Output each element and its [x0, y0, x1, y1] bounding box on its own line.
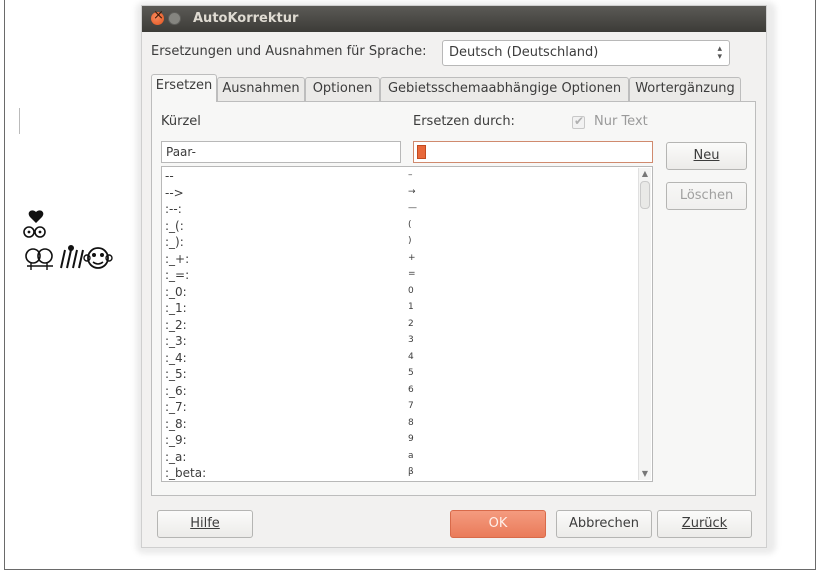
list-item[interactable]: :_(: (: [162, 219, 637, 235]
title-bar: AutoKorrektur: [142, 6, 766, 32]
list-item[interactable]: :_3: 3: [162, 334, 637, 350]
entry-short: :_2:: [165, 317, 187, 332]
list-item[interactable]: :_1: 1: [162, 301, 637, 317]
entry-short: :_0:: [165, 284, 187, 299]
list-item[interactable]: :--: —: [162, 202, 637, 218]
entry-short: :_6:: [165, 383, 187, 398]
list-item[interactable]: :_=: =: [162, 268, 637, 284]
entry-short: :_):: [165, 235, 184, 249]
tab-ausnahmen[interactable]: Ausnahmen: [217, 77, 305, 101]
replacement-table[interactable]: :_beta: β:_a: a:_9: 9:_8: 8:_7: 7:_6: 6:_5: 5:_…: [161, 166, 653, 482]
replace-panel: Kürzel Ersetzen durch: ✔ Nur Text Paar- …: [151, 101, 756, 496]
help-button[interactable]: Hilfe: [157, 510, 253, 538]
replace-label: Ersetzen durch:: [413, 114, 515, 129]
ok-button[interactable]: OK: [450, 510, 546, 538]
entry-short: :_beta:: [165, 466, 207, 480]
entry-replacement: —: [408, 203, 417, 213]
list-item[interactable]: :_beta: β: [162, 466, 637, 481]
emoji-pictures: [23, 210, 123, 280]
minimize-icon[interactable]: [168, 12, 181, 25]
entry-short: :_5:: [165, 367, 187, 381]
text-cursor-marker: [417, 145, 426, 159]
entry-short: :_7:: [165, 400, 187, 414]
list-item[interactable]: :_8: 8: [162, 417, 637, 433]
scroll-down-icon[interactable]: ▼: [640, 469, 650, 479]
scrollbar-thumb[interactable]: [640, 181, 650, 209]
text-cursor: [19, 108, 20, 134]
entry-short: :_(:: [165, 218, 184, 233]
entry-replacement: a: [408, 450, 414, 461]
short-input[interactable]: Paar-: [161, 141, 401, 163]
list-item[interactable]: :_):): [162, 235, 637, 251]
entry-short: :_3:: [165, 334, 187, 348]
tab-bar: Ersetzen Ausnahmen Optionen Gebietsschem…: [151, 74, 751, 102]
list-item[interactable]: :_0: 0: [162, 285, 637, 301]
entry-short: :_1:: [165, 301, 187, 315]
entry-replacement: 1: [408, 302, 414, 312]
entry-replacement: →: [408, 186, 416, 197]
entry-replacement: =: [408, 269, 416, 279]
language-select[interactable]: Deutsch (Deutschland) ▴ ▾: [442, 40, 730, 66]
text-only-label: Nur Text: [594, 114, 648, 129]
language-label: Ersetzungen und Ausnahmen für Sprache:: [151, 44, 427, 59]
entry-replacement: 9: [408, 434, 414, 444]
entry-replacement: 2: [408, 318, 414, 329]
entry-short: :_=:: [165, 268, 190, 282]
list-item[interactable]: --> →: [162, 186, 637, 202]
new-button[interactable]: Neu: [666, 142, 747, 170]
tab-locale-options[interactable]: Gebietsschemaabhängige Optionen: [380, 77, 629, 101]
list-item[interactable]: :_5: 5: [162, 367, 637, 383]
spinner-arrows-icon: ▴ ▾: [717, 44, 722, 62]
entry-short: -->: [165, 185, 184, 200]
entry-short: :_4:: [165, 350, 187, 365]
list-scrollbar[interactable]: ▲ ▼: [638, 168, 651, 480]
entry-short: :_9:: [165, 433, 187, 447]
entry-replacement: +: [408, 252, 416, 263]
window-title: AutoKorrektur: [193, 11, 299, 26]
list-item[interactable]: :_9: 9: [162, 433, 637, 449]
short-label: Kürzel: [161, 114, 201, 129]
entry-replacement: β: [408, 467, 414, 477]
cancel-button[interactable]: Abbrechen: [556, 510, 652, 538]
entry-replacement: 7: [408, 401, 414, 411]
list-item[interactable]: :_7: 7: [162, 400, 637, 416]
short-input-value: Paar-: [166, 145, 196, 159]
entry-short: :_+:: [165, 251, 190, 266]
list-item[interactable]: -- –: [162, 169, 637, 185]
list-item[interactable]: :_6: 6: [162, 384, 637, 400]
emoji-glyphs-icon: [23, 210, 113, 270]
scroll-up-icon[interactable]: ▲: [640, 169, 650, 179]
checkmark-icon: ✔: [574, 114, 585, 128]
language-select-value: Deutsch (Deutschland): [449, 45, 599, 60]
entry-replacement: 5: [408, 368, 414, 378]
list-item[interactable]: :_+: +: [162, 252, 637, 268]
tab-word-completion[interactable]: Wortergänzung: [629, 77, 741, 101]
back-button[interactable]: Zurück: [657, 510, 752, 538]
entry-replacement: 6: [408, 384, 414, 395]
entry-replacement: 3: [408, 335, 414, 345]
list-item[interactable]: :_2: 2: [162, 318, 637, 334]
delete-button[interactable]: Löschen: [666, 182, 747, 210]
list-item[interactable]: :_a: a: [162, 450, 637, 466]
entry-replacement: (: [408, 219, 412, 230]
entry-replacement: ): [408, 236, 412, 246]
entry-replacement: 4: [408, 351, 414, 362]
text-only-checkbox[interactable]: ✔: [572, 114, 585, 129]
autocorrect-dialog: AutoKorrektur Ersetzungen und Ausnahmen …: [141, 5, 767, 548]
replace-input[interactable]: [413, 141, 653, 163]
entry-replacement: 8: [408, 417, 414, 428]
tab-optionen[interactable]: Optionen: [305, 77, 380, 101]
entry-short: :--:: [165, 202, 182, 216]
entry-replacement: 0: [408, 285, 414, 296]
entry-short: :_a:: [165, 449, 187, 464]
close-icon[interactable]: [151, 8, 164, 25]
entry-replacement: –: [408, 170, 413, 180]
entry-short: --: [165, 169, 174, 183]
tab-ersetzen[interactable]: Ersetzen: [151, 74, 217, 102]
list-item[interactable]: :_4: 4: [162, 351, 637, 367]
entry-short: :_8:: [165, 416, 187, 431]
